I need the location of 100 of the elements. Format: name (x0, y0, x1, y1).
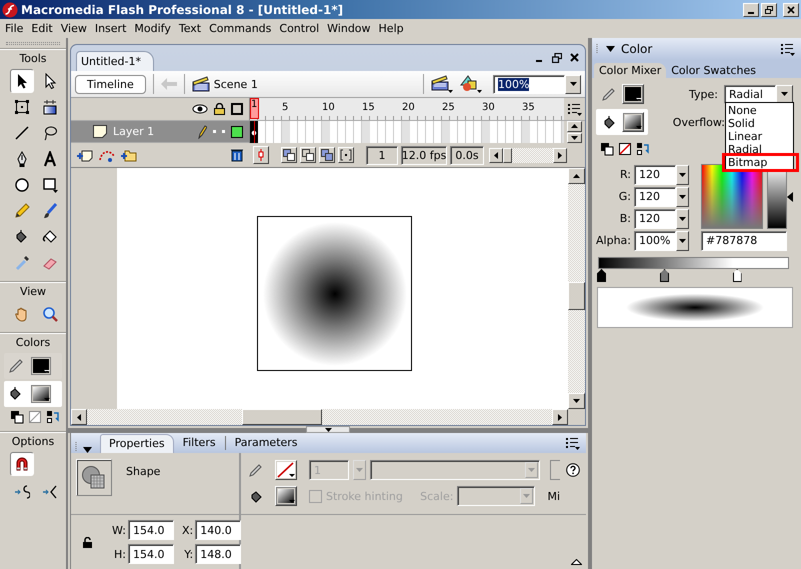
dimension-field[interactable]: 140.0 (195, 520, 242, 540)
collapse-arrow-icon[interactable] (606, 46, 615, 52)
dropdown-option[interactable]: Bitmap (725, 156, 796, 169)
no-color-button[interactable] (28, 409, 42, 425)
swap-colors-icon[interactable] (636, 142, 650, 156)
channel-field[interactable]: 120 (634, 208, 676, 228)
close-icon[interactable] (570, 53, 579, 62)
menu-item[interactable]: Commands (205, 22, 276, 35)
channel-field[interactable]: 120 (634, 186, 676, 206)
collapse-handle[interactable] (306, 426, 350, 433)
menu-item[interactable]: File (1, 22, 28, 35)
vertical-scrollbar[interactable] (568, 168, 585, 409)
menu-item[interactable]: Help (374, 22, 408, 35)
scroll-up-button[interactable] (568, 168, 585, 184)
dropdown-option[interactable]: Solid (726, 117, 793, 130)
panel-tab[interactable]: Parameters (226, 433, 307, 453)
onion-skin-button[interactable] (281, 147, 297, 163)
dimension-field[interactable]: 154.0 (128, 544, 174, 564)
close-button[interactable] (783, 2, 799, 16)
keyframe[interactable] (250, 121, 258, 143)
arrow-tool[interactable] (10, 69, 34, 93)
scroll-down-button[interactable] (568, 393, 585, 409)
pencil-icon (249, 463, 263, 477)
add-layer-icon[interactable] (77, 148, 93, 162)
panel-menu-icon[interactable] (780, 42, 795, 56)
panel-tab[interactable]: Color Swatches (666, 63, 762, 78)
scroll-right-button[interactable] (553, 148, 567, 162)
magnet-button[interactable] (10, 452, 34, 476)
channel-dropdown[interactable] (676, 208, 689, 228)
stroke-color-swatch[interactable] (622, 84, 644, 104)
hex-field[interactable]: #787878 (701, 230, 787, 250)
timeline-scrollbar[interactable] (489, 148, 567, 162)
scroll-thumb[interactable] (568, 282, 585, 310)
playhead[interactable]: 1 (250, 98, 259, 119)
section-heading: Colors (14, 336, 52, 349)
expand-triangle-icon[interactable] (571, 559, 582, 565)
clapperboard-menu-icon[interactable] (431, 75, 453, 93)
add-folder-icon[interactable] (121, 148, 137, 162)
onion-outline-button[interactable] (300, 147, 316, 163)
dropdown-option[interactable]: Radial (726, 143, 793, 156)
document-tab[interactable]: Untitled-1* (76, 51, 154, 71)
fill-color-swatch[interactable] (622, 112, 644, 132)
padlock-icon[interactable] (83, 536, 92, 548)
timeline-button[interactable]: Timeline (75, 74, 146, 94)
channel-field[interactable]: 120 (634, 164, 676, 184)
horizontal-scrollbar[interactable] (71, 409, 585, 425)
add-guide-layer-icon[interactable] (98, 148, 116, 162)
fill-color-swatch[interactable] (30, 384, 52, 404)
channel-dropdown[interactable] (676, 164, 689, 184)
restore-icon[interactable] (552, 53, 562, 63)
minimize-button[interactable] (743, 2, 759, 16)
fill-color-swatch[interactable] (275, 486, 297, 506)
dropdown-option[interactable]: Linear (726, 130, 793, 143)
center-frame-button[interactable] (253, 146, 269, 164)
channel-field[interactable]: 100% (634, 230, 676, 250)
menu-item[interactable]: Modify (130, 22, 175, 35)
scroll-thumb[interactable] (242, 409, 322, 425)
gradient-stop[interactable] (597, 269, 606, 282)
swap-colors-button[interactable] (46, 409, 60, 425)
oval-icon (14, 177, 30, 193)
scroll-left-button[interactable] (489, 148, 503, 162)
help-icon[interactable] (566, 463, 580, 477)
dropdown-option[interactable]: None (726, 104, 793, 117)
panel-tab[interactable]: Filters (174, 433, 225, 453)
menu-item[interactable]: View (56, 22, 91, 35)
panel-tab[interactable]: Properties (100, 434, 174, 453)
menu-item[interactable]: Control (275, 22, 324, 35)
menu-item[interactable]: Insert (90, 22, 130, 35)
scroll-up-button[interactable] (567, 121, 582, 132)
stroke-style-dropdown[interactable] (370, 460, 540, 480)
edit-multiple-frames-button[interactable] (319, 147, 335, 163)
menu-item[interactable]: Edit (27, 22, 57, 35)
channel-dropdown[interactable] (676, 230, 689, 250)
trash-icon[interactable] (231, 148, 243, 162)
scroll-down-button[interactable] (567, 132, 582, 143)
restore-button[interactable] (761, 2, 777, 16)
menu-item[interactable]: Text (174, 22, 206, 35)
default-colors-button[interactable] (10, 409, 24, 425)
onion-markers-button[interactable] (338, 147, 354, 163)
scale-dropdown[interactable] (457, 486, 536, 506)
channel-dropdown[interactable] (676, 186, 689, 206)
stroke-color-swatch[interactable] (30, 356, 52, 376)
gradient-bar[interactable] (598, 257, 789, 269)
zoom-combo-icon (570, 82, 576, 86)
no-color-icon[interactable] (618, 142, 632, 156)
scroll-thumb[interactable] (503, 148, 512, 162)
shapes-menu-icon[interactable] (460, 75, 482, 93)
panel-tab[interactable]: Color Mixer (594, 63, 666, 78)
dimension-field[interactable]: 154.0 (128, 520, 174, 540)
gradient-stop[interactable] (732, 269, 742, 282)
gradient-stop[interactable] (660, 269, 670, 282)
scroll-right-button[interactable] (552, 409, 568, 425)
panel-menu-icon[interactable] (567, 102, 582, 116)
panel-menu-icon[interactable] (565, 436, 580, 450)
collapse-arrow-icon[interactable] (83, 447, 92, 453)
menu-item[interactable]: Window (323, 22, 375, 35)
scroll-left-button[interactable] (71, 409, 87, 425)
default-colors-icon[interactable] (600, 142, 614, 156)
dimension-field[interactable]: 148.0 (195, 544, 242, 564)
pointer-arrow-icon[interactable] (787, 192, 793, 202)
